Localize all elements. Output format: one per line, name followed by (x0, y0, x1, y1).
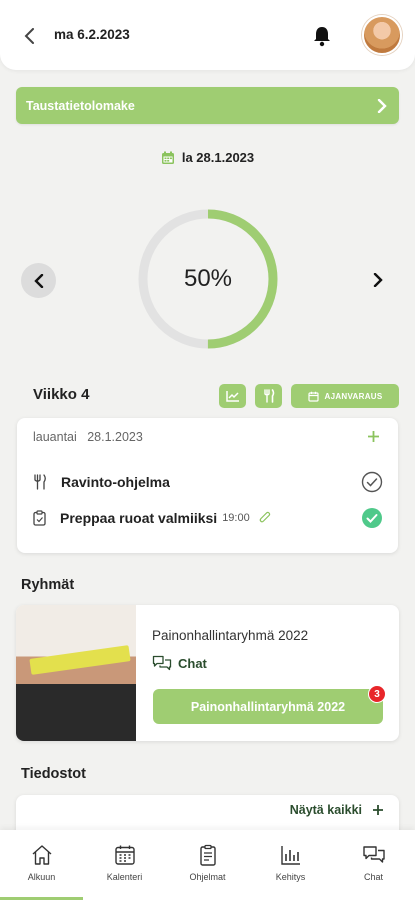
nav-programs[interactable]: Ohjelmat (166, 830, 249, 900)
check-circle-outline-icon (361, 471, 383, 493)
day-card-date: 28.1.2023 (87, 430, 143, 444)
back-button[interactable] (18, 24, 42, 48)
previous-day-button[interactable] (21, 263, 56, 298)
clipboard-icon (199, 844, 216, 866)
bell-icon (314, 27, 330, 47)
chevron-right-icon (377, 98, 387, 113)
nav-home[interactable]: Alkuun (0, 830, 83, 900)
nav-home-label: Alkuun (27, 872, 56, 882)
chat-icon (362, 846, 385, 863)
bar-chart-icon (280, 846, 300, 865)
daily-progress-ring: 50% (137, 208, 279, 350)
group-card: Painonhallintaryhmä 2022 Chat Painonhall… (16, 605, 399, 741)
week-title: Viikko 4 (33, 386, 90, 403)
calendar-icon (161, 151, 174, 164)
background-form-label: Taustatietolomake (26, 98, 135, 113)
calendar-icon (307, 391, 319, 402)
booking-button[interactable]: AJANVARAUS (291, 384, 399, 408)
check-circle-filled-icon (362, 508, 382, 528)
chevron-left-icon (24, 28, 34, 44)
task-time: 19:00 (222, 512, 250, 524)
task-label: Ravinto-ohjelma (61, 474, 170, 490)
add-task-button[interactable] (367, 427, 380, 447)
plus-icon (368, 431, 379, 442)
day-card: lauantai 28.1.2023 Ravinto-ohjelma Prepp… (17, 418, 398, 553)
bottom-navigation: Alkuun Kalenteri Ohjelmat Kehitys Chat (0, 830, 415, 900)
chevron-left-icon (33, 273, 43, 288)
chat-icon (152, 655, 172, 671)
group-image (16, 605, 136, 741)
group-name: Painonhallintaryhmä 2022 (152, 628, 309, 643)
fork-knife-icon (34, 474, 46, 490)
nav-programs-label: Ohjelmat (189, 872, 226, 882)
nav-chat-label: Chat (363, 872, 383, 882)
top-bar: ma 6.2.2023 (0, 0, 415, 70)
clipboard-icon (33, 510, 46, 526)
unread-badge: 3 (368, 685, 386, 703)
progress-chart-button[interactable] (219, 384, 246, 408)
background-form-banner[interactable]: Taustatietolomake (16, 87, 399, 124)
current-date: ma 6.2.2023 (54, 27, 130, 42)
measuring-tape-graphic (29, 645, 131, 675)
groups-title: Ryhmät (21, 577, 75, 593)
group-chat-link[interactable]: Chat (152, 655, 207, 671)
home-icon (32, 845, 51, 865)
task-row[interactable]: Ravinto-ohjelma (33, 471, 383, 493)
notifications-button[interactable] (312, 25, 332, 47)
booking-label: AJANVARAUS (324, 391, 383, 401)
task-row[interactable]: Preppaa ruoat valmiiksi 19:00 (33, 507, 383, 529)
chevron-right-icon (373, 273, 383, 287)
fork-knife-icon (263, 389, 274, 403)
task-status-button[interactable] (361, 471, 383, 493)
nav-chat[interactable]: Chat (332, 830, 415, 900)
show-all-files-button[interactable]: Näytä kaikki (290, 803, 384, 817)
selected-day[interactable]: la 28.1.2023 (0, 150, 415, 165)
day-card-weekday: lauantai (33, 430, 77, 444)
next-day-button[interactable] (366, 268, 390, 292)
nav-calendar-label: Kalenteri (106, 872, 143, 882)
calendar-icon (114, 845, 135, 865)
line-chart-icon (225, 391, 239, 402)
plus-icon (373, 805, 383, 815)
nav-progress[interactable]: Kehitys (249, 830, 332, 900)
files-title: Tiedostot (21, 766, 86, 782)
show-all-label: Näytä kaikki (289, 803, 362, 817)
nav-progress-label: Kehitys (275, 872, 306, 882)
avatar[interactable] (362, 15, 402, 55)
task-label: Preppaa ruoat valmiiksi (60, 510, 218, 526)
day-card-header: lauantai 28.1.2023 (33, 430, 143, 444)
selected-day-label: la 28.1.2023 (181, 150, 255, 165)
task-status-button[interactable] (361, 507, 383, 529)
paperclip-icon (259, 511, 270, 523)
nutrition-button[interactable] (255, 384, 282, 408)
open-group-button[interactable]: Painonhallintaryhmä 2022 (153, 689, 383, 724)
progress-percent: 50% (183, 265, 233, 292)
nav-calendar[interactable]: Kalenteri (83, 830, 166, 900)
group-chat-label: Chat (178, 655, 207, 671)
